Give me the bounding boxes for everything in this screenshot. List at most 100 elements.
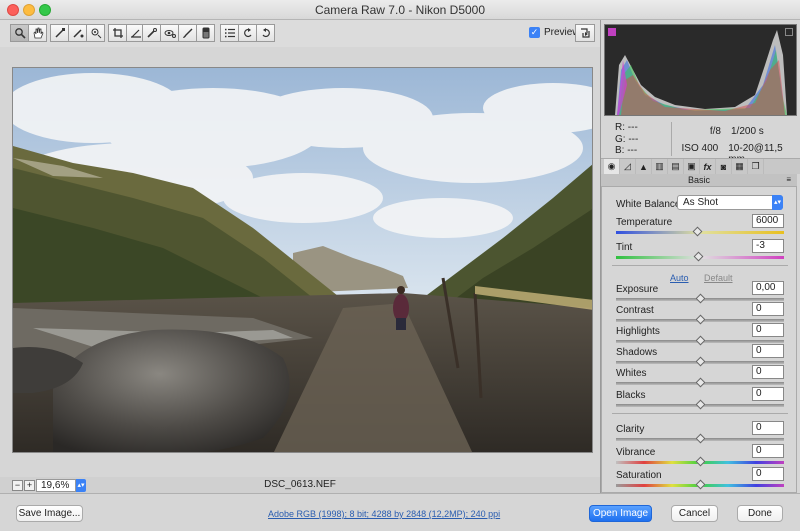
blacks-value-field[interactable]: 0 bbox=[752, 387, 784, 401]
tab-presets[interactable]: ▦ bbox=[732, 159, 748, 174]
snapshots-icon: ❐ bbox=[751, 161, 760, 171]
rgb-readout: R: --- G: --- B: --- bbox=[615, 122, 638, 157]
tab-camera-calibration[interactable]: ◙ bbox=[716, 159, 732, 174]
photo-preview[interactable] bbox=[12, 67, 593, 453]
tab-split-toning[interactable]: ▤ bbox=[668, 159, 684, 174]
preview-checkbox[interactable]: ✓ bbox=[529, 27, 540, 38]
rotate-ccw-button[interactable] bbox=[238, 24, 257, 42]
close-window-button[interactable] bbox=[7, 4, 19, 16]
white-balance-tool-button[interactable] bbox=[50, 24, 69, 42]
blacks-slider-thumb[interactable] bbox=[695, 399, 706, 410]
white-balance-select[interactable]: As Shot ▴▾ bbox=[677, 195, 783, 210]
image-canvas[interactable] bbox=[0, 47, 600, 477]
auto-button[interactable]: Auto bbox=[670, 273, 689, 283]
straighten-icon bbox=[130, 29, 141, 38]
workflow-options-link[interactable]: Adobe RGB (1998); 8 bit; 4288 by 2848 (1… bbox=[268, 509, 500, 519]
tab-snapshots[interactable]: ❐ bbox=[748, 159, 764, 174]
vibrance-slider-thumb[interactable] bbox=[695, 456, 706, 467]
tab-effects[interactable]: fx bbox=[700, 159, 716, 174]
panel-menu-icon[interactable]: ≡ bbox=[786, 174, 791, 186]
temperature-value-field[interactable]: 6000 bbox=[752, 214, 784, 228]
readout-divider bbox=[671, 122, 672, 156]
shadows-slider-thumb[interactable] bbox=[695, 356, 706, 367]
temperature-slider-thumb[interactable] bbox=[692, 226, 703, 237]
crop-tool-button[interactable] bbox=[108, 24, 127, 42]
clarity-slider[interactable] bbox=[616, 433, 784, 444]
highlights-slider[interactable] bbox=[616, 335, 784, 346]
red-readout: R: --- bbox=[615, 122, 638, 133]
lens-icon: ▣ bbox=[687, 161, 696, 171]
saturation-value-field[interactable]: 0 bbox=[752, 467, 784, 481]
color-sampler-tool-button[interactable] bbox=[68, 24, 87, 42]
title-bar: Camera Raw 7.0 - Nikon D5000 bbox=[0, 0, 800, 20]
rotate-cw-button[interactable] bbox=[256, 24, 275, 42]
exposure-slider[interactable] bbox=[616, 293, 784, 304]
save-image-button[interactable]: Save Image... bbox=[16, 505, 83, 522]
tint-slider-thumb[interactable] bbox=[693, 251, 704, 262]
tab-detail[interactable]: ▲ bbox=[636, 159, 652, 174]
filename-label: DSC_0613.NEF bbox=[264, 479, 336, 490]
saturation-slider-thumb[interactable] bbox=[695, 479, 706, 490]
preview-toggle[interactable]: ✓ Preview bbox=[529, 27, 580, 38]
contrast-slider-thumb[interactable] bbox=[695, 314, 706, 325]
done-button[interactable]: Done bbox=[737, 505, 783, 522]
chevron-updown-icon: ▴▾ bbox=[772, 195, 783, 210]
adjustment-brush-tool-button[interactable] bbox=[178, 24, 197, 42]
tint-value-field[interactable]: -3 bbox=[752, 239, 784, 253]
minimize-window-button[interactable] bbox=[23, 4, 35, 16]
whites-value-field[interactable]: 0 bbox=[752, 365, 784, 379]
vibrance-value-field[interactable]: 0 bbox=[752, 444, 784, 458]
hand-tool-button[interactable] bbox=[28, 24, 47, 42]
highlights-slider-thumb[interactable] bbox=[695, 335, 706, 346]
blacks-label: Blacks bbox=[616, 390, 646, 401]
shutter-value: 1/200 s bbox=[731, 126, 764, 137]
preferences-button[interactable] bbox=[220, 24, 239, 42]
histogram bbox=[604, 24, 797, 116]
clarity-value-field[interactable]: 0 bbox=[752, 421, 784, 435]
hsl-icon: ▥ bbox=[655, 161, 664, 171]
retouch-tools bbox=[142, 24, 215, 42]
blacks-slider[interactable] bbox=[616, 399, 784, 410]
fullscreen-button[interactable] bbox=[575, 24, 595, 42]
white-balance-icon bbox=[54, 28, 65, 38]
shadows-value-field[interactable]: 0 bbox=[752, 344, 784, 358]
tab-lens-corrections[interactable]: ▣ bbox=[684, 159, 700, 174]
color-sampler-icon bbox=[72, 29, 83, 38]
whites-label: Whites bbox=[616, 368, 647, 379]
tint-slider[interactable] bbox=[616, 251, 784, 262]
contrast-value-field[interactable]: 0 bbox=[752, 302, 784, 316]
saturation-slider[interactable] bbox=[616, 479, 784, 490]
tab-basic[interactable]: ◉ bbox=[604, 159, 620, 174]
tint-label: Tint bbox=[616, 242, 633, 253]
zoom-icon bbox=[14, 28, 26, 39]
target-adjust-icon bbox=[91, 28, 101, 39]
whites-slider[interactable] bbox=[616, 377, 784, 388]
red-eye-tool-button[interactable] bbox=[160, 24, 179, 42]
canvas-status-bar: − + 19,6% ▴▾ DSC_0613.NEF bbox=[0, 477, 600, 493]
highlights-value-field[interactable]: 0 bbox=[752, 323, 784, 337]
panel-title-text: Basic bbox=[687, 175, 710, 185]
blue-readout: B: --- bbox=[615, 145, 638, 156]
tab-hsl[interactable]: ▥ bbox=[652, 159, 668, 174]
maximize-window-button[interactable] bbox=[39, 4, 51, 16]
contrast-slider[interactable] bbox=[616, 314, 784, 325]
exposure-slider-thumb[interactable] bbox=[695, 293, 706, 304]
temperature-slider[interactable] bbox=[616, 226, 784, 237]
rotate-group bbox=[238, 24, 275, 42]
exposure-value-field[interactable]: 0,00 bbox=[752, 281, 784, 295]
cancel-button[interactable]: Cancel bbox=[671, 505, 718, 522]
zoom-tool-button[interactable] bbox=[10, 24, 29, 42]
tab-tone-curve[interactable]: ◿ bbox=[620, 159, 636, 174]
vibrance-slider[interactable] bbox=[616, 456, 784, 467]
clarity-slider-thumb[interactable] bbox=[695, 433, 706, 444]
target-adjust-tool-button[interactable] bbox=[86, 24, 105, 42]
rotate-ccw-icon bbox=[243, 28, 251, 38]
spot-removal-tool-button[interactable] bbox=[142, 24, 161, 42]
histogram-graph bbox=[615, 30, 787, 115]
default-button[interactable]: Default bbox=[704, 273, 733, 283]
open-image-button[interactable]: Open Image bbox=[589, 505, 652, 522]
shadows-slider[interactable] bbox=[616, 356, 784, 367]
whites-slider-thumb[interactable] bbox=[695, 377, 706, 388]
landscape-photo bbox=[13, 68, 592, 452]
graduated-filter-tool-button[interactable] bbox=[196, 24, 215, 42]
